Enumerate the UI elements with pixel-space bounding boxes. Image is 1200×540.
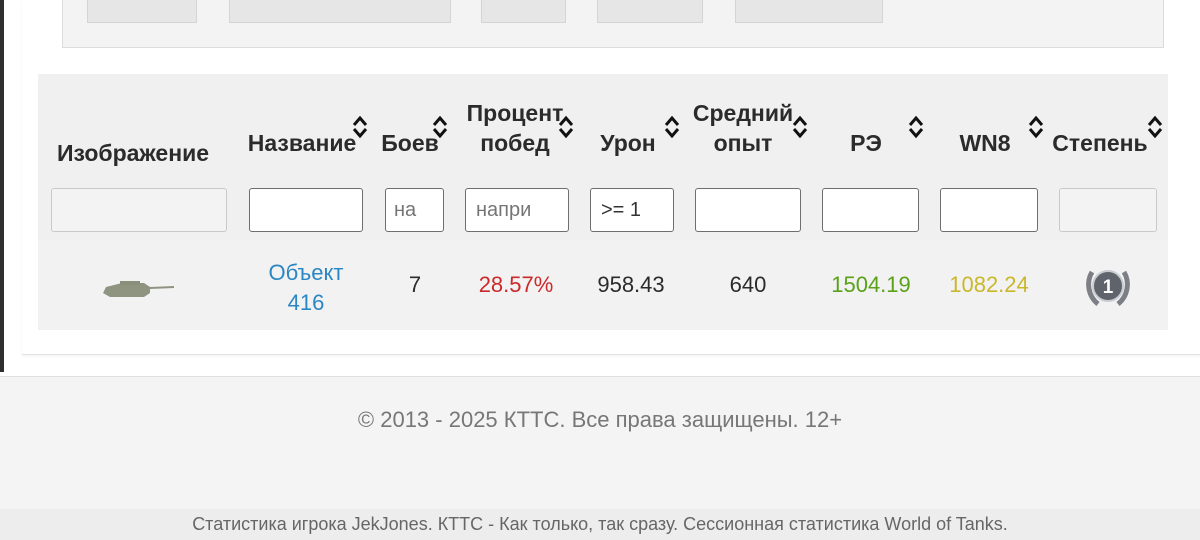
mastery-badge-icon: 1 — [1086, 270, 1130, 306]
header-avg-xp[interactable]: Средний опыт — [678, 98, 808, 158]
previous-filter-cell — [87, 0, 197, 23]
header-mastery[interactable]: Степень — [1048, 128, 1152, 158]
left-edge-strip — [0, 0, 4, 372]
filter-damage-input[interactable] — [590, 188, 674, 232]
sort-arrows-icon[interactable] — [1147, 114, 1163, 140]
filter-image — [51, 188, 227, 232]
sort-arrows-icon[interactable] — [558, 114, 574, 140]
header-avg-xp-line1: Средний — [692, 100, 794, 126]
mastery-badge-number: 1 — [1103, 277, 1114, 298]
stats-card: Изображение Название Боев Процент побед … — [22, 0, 1200, 355]
header-image: Изображение — [56, 140, 210, 166]
header-damage[interactable]: Урон — [588, 128, 668, 158]
sort-arrows-icon[interactable] — [792, 114, 808, 140]
filter-avg-xp-input[interactable] — [695, 188, 801, 232]
winrate-value: 28.57% — [478, 272, 554, 297]
battles-value: 7 — [408, 272, 422, 297]
copyright-text: © 2013 - 2025 КТТС. Все права защищены. … — [357, 407, 843, 432]
tank-icon — [103, 281, 174, 297]
previous-table-bottom — [62, 0, 1164, 48]
previous-filter-cell — [481, 0, 566, 23]
previous-filter-cell — [229, 0, 451, 23]
subfooter-text: Статистика игрока JekJones. КТТС - Как т… — [0, 509, 1200, 540]
tank-name-link[interactable]: Объект 416 — [246, 258, 366, 318]
filter-mastery — [1059, 188, 1157, 232]
filter-wn8-input[interactable] — [940, 188, 1038, 232]
site-footer: © 2013 - 2025 КТТС. Все права защищены. … — [0, 376, 1200, 540]
wn8-value: 1082.24 — [949, 272, 1029, 297]
filter-re-input[interactable] — [822, 188, 919, 232]
filter-battles-input[interactable] — [385, 188, 444, 232]
tank-name-line2: 416 — [287, 290, 325, 315]
filter-name-input[interactable] — [249, 188, 363, 232]
vehicle-stats-table: Изображение Название Боев Процент побед … — [38, 74, 1168, 330]
tank-name-line1: Объект — [268, 260, 344, 285]
header-re[interactable]: РЭ — [828, 128, 904, 158]
filter-winrate-input[interactable] — [465, 188, 569, 232]
header-name[interactable]: Название — [243, 128, 361, 158]
header-avg-xp-line2: опыт — [713, 130, 773, 156]
sort-arrows-icon[interactable] — [352, 114, 368, 140]
re-value: 1504.19 — [831, 272, 911, 297]
previous-filter-cell — [597, 0, 703, 23]
sort-arrows-icon[interactable] — [908, 114, 924, 140]
damage-value: 958.43 — [597, 272, 665, 297]
avg-xp-value: 640 — [729, 272, 767, 297]
sort-arrows-icon[interactable] — [432, 114, 448, 140]
sort-arrows-icon[interactable] — [1028, 114, 1044, 140]
table-row: Объект 416 7 28.57% 958.43 640 1504.19 1… — [38, 240, 1168, 330]
header-wn8[interactable]: WN8 — [948, 128, 1022, 158]
previous-filter-cell — [735, 0, 883, 23]
